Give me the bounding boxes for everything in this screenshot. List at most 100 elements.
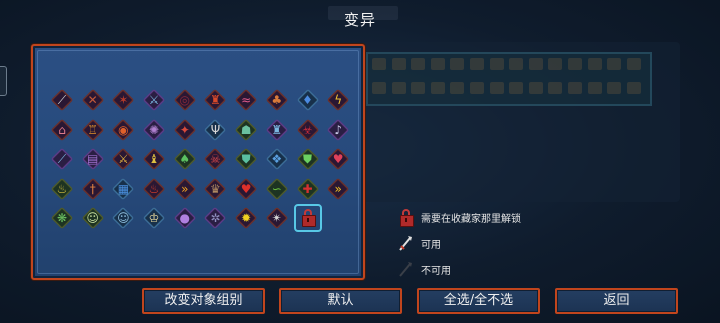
mutation-slot[interactable]: ♛: [203, 177, 227, 201]
background-ghost-icon: [568, 58, 582, 70]
mutation-slot[interactable]: ❋: [50, 206, 74, 230]
legend-unavailable: 不可用: [398, 260, 451, 278]
spear-icon: ⟋: [57, 93, 67, 107]
crown-icon: ♔: [148, 211, 160, 225]
lightning-icon: ϟ: [334, 93, 343, 107]
mutation-slot[interactable]: ✹: [234, 206, 258, 230]
mutation-slot[interactable]: ♠: [173, 147, 197, 171]
mutation-slot[interactable]: ●: [173, 206, 197, 230]
mutation-slot[interactable]: ☗: [234, 118, 258, 142]
mutation-slot[interactable]: †: [81, 177, 105, 201]
blood-icon: ☣: [302, 122, 313, 137]
mutation-slot[interactable]: ⚔: [142, 88, 166, 112]
background-ghost-icon: [411, 58, 426, 70]
snake-icon: ∽: [271, 181, 282, 196]
legend-locked-label: 需要在收藏家那里解锁: [421, 213, 521, 225]
beetle-icon: ❋: [56, 211, 68, 225]
mutation-slot[interactable]: ⛊: [296, 147, 320, 171]
mutation-slot[interactable]: ✲: [203, 206, 227, 230]
side-scroll-tab[interactable]: [0, 66, 7, 96]
mutation-slot[interactable]: ♥: [234, 177, 258, 201]
mutation-slot[interactable]: ☠: [203, 147, 227, 171]
change-group-button[interactable]: 改变对象组别: [142, 288, 265, 314]
mutation-slot[interactable]: ◉: [111, 118, 135, 142]
mutation-slot[interactable]: ✺: [142, 118, 166, 142]
skull-mask-icon: ☺: [86, 211, 99, 225]
mutation-slot[interactable]: ⌂: [50, 118, 74, 142]
mutation-slot[interactable]: ⛊: [234, 147, 258, 171]
background-ghost-icon: [430, 82, 445, 94]
mutation-slot[interactable]: »: [173, 177, 197, 201]
mutation-slot[interactable]: ✴: [265, 206, 289, 230]
mutation-slot[interactable]: ♥: [326, 147, 350, 171]
mutation-slot[interactable]: ❖: [265, 147, 289, 171]
locked-mutation-slot[interactable]: [293, 204, 322, 232]
mutation-slot[interactable]: ✦: [173, 118, 197, 142]
background-ghost-icon: [470, 82, 484, 94]
blue-crate-icon: ▦: [117, 181, 130, 196]
shield-icon: ⛊: [241, 152, 251, 166]
mutation-slot[interactable]: ♜: [203, 88, 227, 112]
speed-arrows-icon: »: [181, 181, 189, 196]
mutation-slot[interactable]: ☣: [296, 118, 320, 142]
mutation-slot[interactable]: ∽: [265, 177, 289, 201]
background-ghost-icon: [587, 58, 602, 70]
mutation-slot[interactable]: ♨: [142, 177, 166, 201]
legend-available: 可用: [398, 234, 441, 252]
mutation-slot[interactable]: ⟋: [50, 88, 74, 112]
mutation-slot[interactable]: ⚔: [111, 147, 135, 171]
background-ghost-icon: [391, 58, 406, 70]
background-ghost-icon: [607, 58, 622, 70]
mutation-slot[interactable]: ☺: [111, 206, 135, 230]
mutation-slot[interactable]: ✕: [81, 88, 105, 112]
blood-rune-icon: ◎: [179, 93, 190, 107]
tome-icon: ▤: [87, 152, 99, 166]
mutation-slot[interactable]: ◎: [173, 88, 197, 112]
legend-locked: 需要在收藏家那里解锁: [398, 208, 521, 227]
mutation-slot[interactable]: ♣: [265, 88, 289, 112]
mutation-slot[interactable]: ♖: [81, 118, 105, 142]
mutation-slot[interactable]: ⟋: [50, 147, 74, 171]
background-ghost-icon: [489, 82, 504, 94]
mushroom-icon: ♣: [271, 93, 283, 107]
fire-rune-icon: ✦: [179, 122, 190, 137]
background-ghost-icon: [528, 82, 543, 94]
background-ghost-icon: [450, 82, 465, 94]
back-button[interactable]: 返回: [555, 288, 678, 314]
background-ghost-icon: [470, 58, 484, 70]
mutation-slot[interactable]: ♜: [265, 118, 289, 142]
mutation-slot[interactable]: ♨: [50, 177, 74, 201]
mutation-slot[interactable]: ▤: [81, 147, 105, 171]
mutation-slot[interactable]: ϟ: [326, 88, 350, 112]
trident-icon: Ψ: [210, 122, 221, 137]
select-all-toggle-button[interactable]: 全选/全不选: [417, 288, 540, 314]
default-button[interactable]: 默认: [279, 288, 402, 314]
background-ghost-icon: [430, 58, 445, 70]
mutation-slot[interactable]: ♔: [142, 206, 166, 230]
background-ghost-icon: [548, 82, 563, 94]
page-title: 变异: [343, 11, 376, 29]
background-ghost-icon: [509, 82, 524, 94]
mutation-slot[interactable]: ♝: [142, 147, 166, 171]
background-ghost-icon: [372, 58, 386, 70]
mutation-slot[interactable]: ≈: [234, 88, 258, 112]
mutation-slot[interactable]: ☺: [81, 206, 105, 230]
mutation-slot[interactable]: Ψ: [203, 118, 227, 142]
dagger-icon: †: [89, 181, 96, 196]
spear-dark-icon: [398, 260, 414, 278]
mutation-slot[interactable]: »: [326, 177, 350, 201]
red-lock-icon: [398, 208, 414, 227]
crossbow-icon: ✕: [87, 93, 98, 107]
mutation-slot[interactable]: ♪: [326, 118, 350, 142]
background-ghost-icon: [587, 82, 602, 94]
background-ghost-icon: [548, 58, 563, 70]
rune-icon: ✺: [149, 122, 160, 137]
heart-gem-icon: ♥: [240, 181, 252, 196]
mutation-slot[interactable]: ✚: [296, 177, 320, 201]
mutation-slot[interactable]: ▦: [111, 177, 135, 201]
background-ghost-icon: [372, 82, 386, 94]
background-ghost-icon: [568, 82, 582, 94]
background-ghost-icon: [391, 82, 406, 94]
mutation-slot[interactable]: ♦: [296, 88, 320, 112]
mutation-slot[interactable]: ✶: [111, 88, 135, 112]
